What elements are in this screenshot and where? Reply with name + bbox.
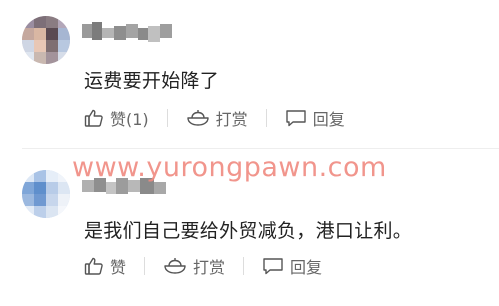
reply-button[interactable]: 回复	[262, 254, 322, 278]
reply-button[interactable]: 回复	[285, 106, 345, 130]
speech-bubble-icon	[263, 258, 283, 275]
thumbs-up-icon	[84, 109, 103, 127]
tip-bowl-icon	[186, 110, 209, 126]
tip-label: 打赏	[193, 258, 226, 277]
divider	[265, 109, 267, 127]
comment-text: 是我们自己要给外贸减负，港口让利。	[84, 220, 413, 242]
comment-item: 运费要开始降了 赞(1) 打赏 回复	[0, 0, 499, 148]
avatar[interactable]	[22, 170, 70, 218]
username-blurred[interactable]	[82, 18, 174, 46]
like-button[interactable]: 赞(1)	[84, 106, 149, 130]
like-label: 赞	[110, 258, 127, 277]
divider	[166, 109, 168, 127]
tip-bowl-icon	[164, 258, 186, 274]
tip-label: 打赏	[215, 110, 248, 129]
comment-actions: 赞(1) 打赏 回复	[84, 106, 345, 130]
divider	[243, 257, 245, 275]
avatar[interactable]	[22, 16, 70, 64]
divider	[144, 257, 146, 275]
like-label: 赞(1)	[110, 110, 149, 129]
reply-label: 回复	[312, 110, 345, 129]
tip-button[interactable]: 打赏	[163, 254, 225, 278]
thumbs-up-icon	[84, 257, 103, 275]
comment-actions: 赞 打赏 回复	[84, 254, 322, 278]
comment-divider	[22, 148, 499, 149]
like-button[interactable]: 赞	[84, 254, 126, 278]
speech-bubble-icon	[285, 110, 306, 127]
reply-label: 回复	[290, 258, 323, 277]
tip-button[interactable]: 打赏	[186, 106, 248, 130]
watermark-text: www.yurongpawn.com	[72, 152, 387, 183]
comment-text: 运费要开始降了	[84, 70, 220, 92]
